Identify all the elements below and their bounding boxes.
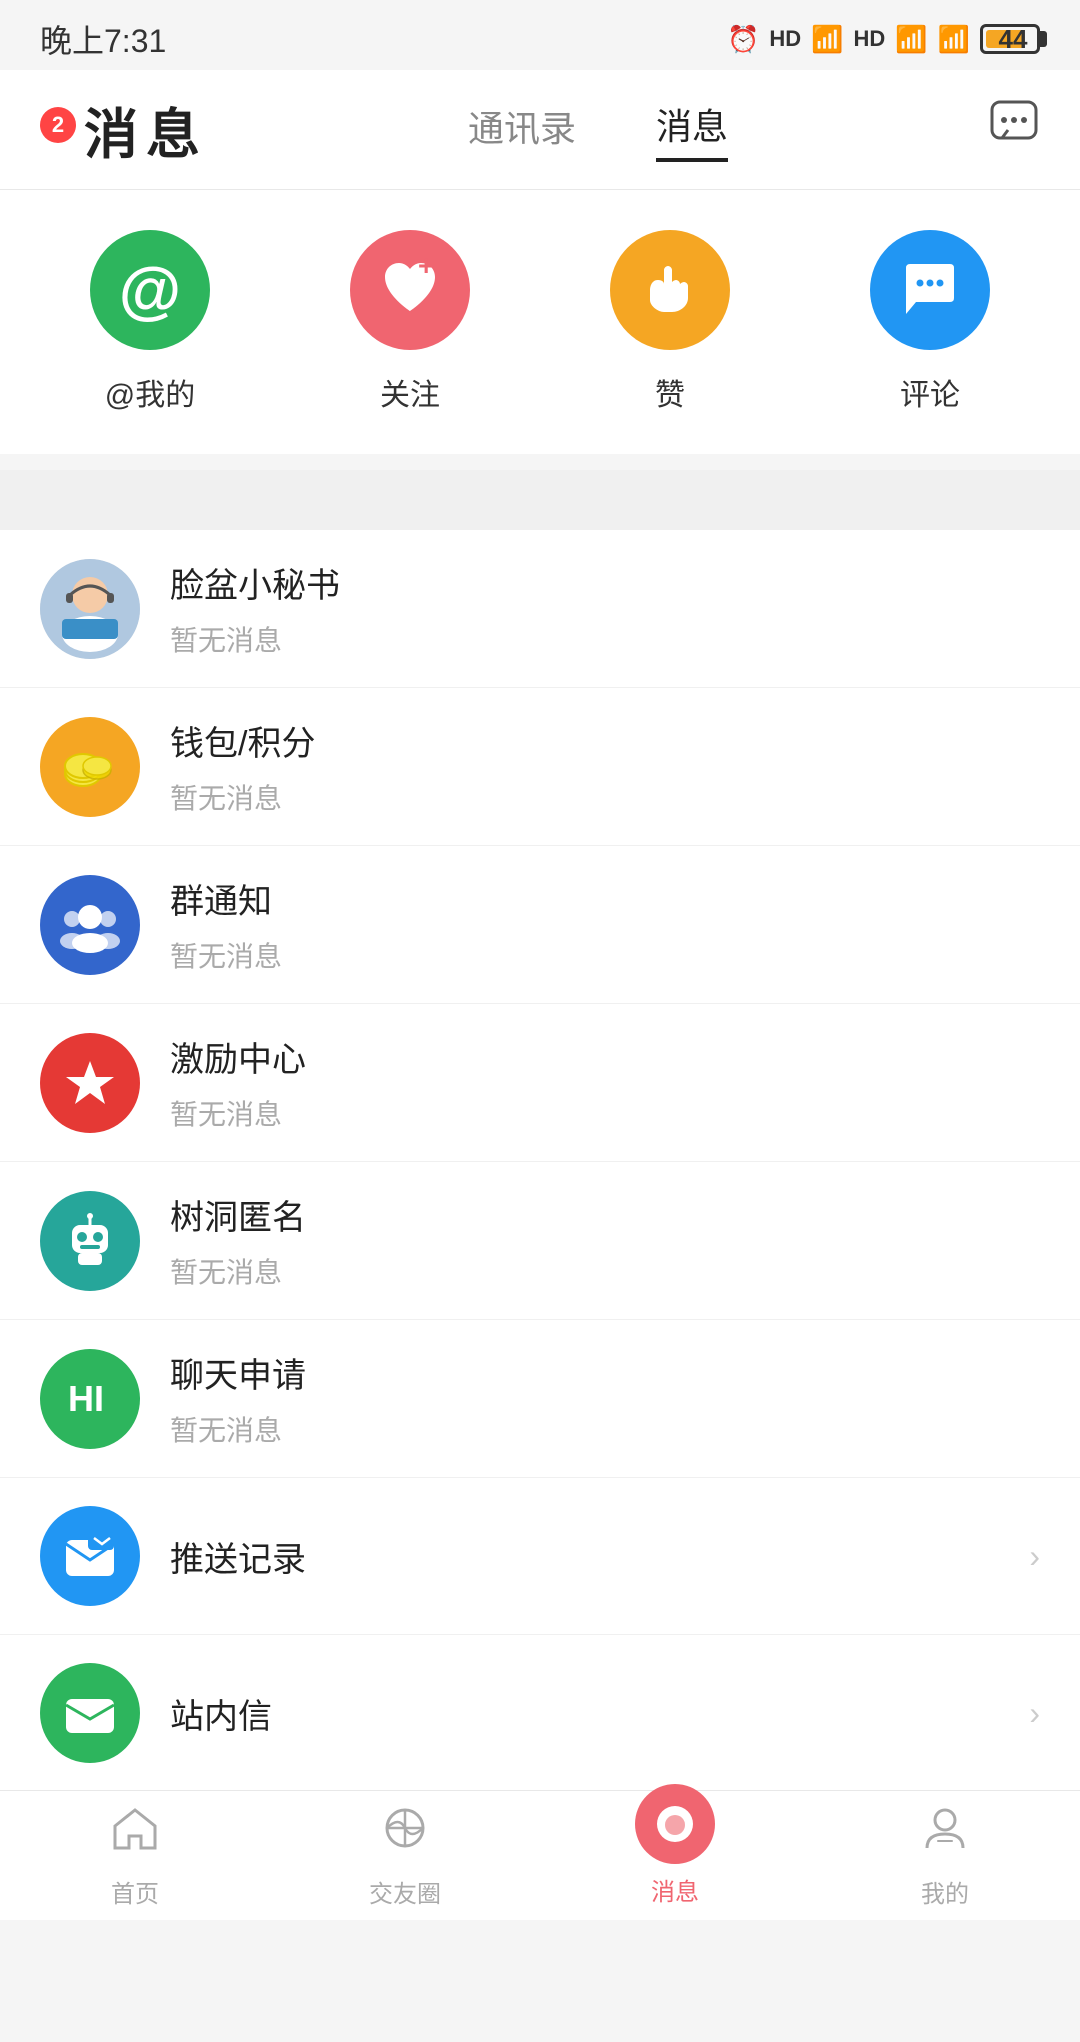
follow-label: 关注 xyxy=(380,370,440,414)
message-label: 消息 xyxy=(651,1872,699,1907)
nav-tab-message[interactable]: 消息 xyxy=(540,1804,810,1907)
avatar-face-secretary xyxy=(40,559,140,659)
message-subtitle-incentive: 暂无消息 xyxy=(170,1093,1040,1133)
message-item-group[interactable]: 群通知 暂无消息 xyxy=(0,846,1080,1004)
quick-actions: @ @我的 + 关注 赞 xyxy=(0,190,1080,454)
action-follow[interactable]: + 关注 xyxy=(350,230,470,414)
action-like[interactable]: 赞 xyxy=(610,230,730,414)
message-item-face-secretary[interactable]: 脸盆小秘书 暂无消息 xyxy=(0,530,1080,688)
message-content-chat-request: 聊天申请 暂无消息 xyxy=(170,1348,1040,1449)
internal-mail-arrow: › xyxy=(1029,1695,1040,1732)
message-item-push-record[interactable]: 推送记录 › xyxy=(0,1478,1080,1635)
message-content-push-record: 推送记录 xyxy=(170,1532,1029,1581)
status-icons: ⏰ HD 📶 HD 📶 📶 44 xyxy=(727,24,1040,55)
avatar-chat-request: HI xyxy=(40,1349,140,1449)
app-title-area: 2 消息 xyxy=(40,90,208,169)
message-title-wallet: 钱包/积分 xyxy=(170,716,1040,765)
bottom-nav: 首页 交友圈 消息 xyxy=(0,1790,1080,1920)
profile-label: 我的 xyxy=(921,1874,969,1909)
social-label: 交友圈 xyxy=(369,1874,441,1909)
message-content-group: 群通知 暂无消息 xyxy=(170,874,1040,975)
message-content-treehole: 树洞匿名 暂无消息 xyxy=(170,1190,1040,1291)
battery-indicator: 44 xyxy=(980,24,1040,54)
nav-messages[interactable]: 消息 xyxy=(656,98,728,162)
avatar-incentive xyxy=(40,1033,140,1133)
header: 2 消息 通讯录 消息 xyxy=(0,70,1080,190)
message-item-incentive[interactable]: 激励中心 暂无消息 xyxy=(0,1004,1080,1162)
hd2-icon: HD xyxy=(853,26,885,52)
avatar-treehole xyxy=(40,1191,140,1291)
message-content-face-secretary: 脸盆小秘书 暂无消息 xyxy=(170,558,1040,659)
message-item-chat-request[interactable]: HI 聊天申请 暂无消息 xyxy=(0,1320,1080,1478)
at-me-icon: @ xyxy=(90,230,210,350)
message-content-internal-mail: 站内信 xyxy=(170,1689,1029,1738)
hd-icon: HD xyxy=(769,26,801,52)
status-bar: 晚上7:31 ⏰ HD 📶 HD 📶 📶 44 xyxy=(0,0,1080,70)
message-title-internal-mail: 站内信 xyxy=(170,1689,1029,1738)
action-at-me[interactable]: @ @我的 xyxy=(90,230,210,414)
message-title-chat-request: 聊天申请 xyxy=(170,1348,1040,1397)
message-subtitle-treehole: 暂无消息 xyxy=(170,1251,1040,1291)
message-title-push-record: 推送记录 xyxy=(170,1532,1029,1581)
svg-text:HI: HI xyxy=(68,1378,104,1419)
action-comment[interactable]: 评论 xyxy=(870,230,990,414)
nav-contacts[interactable]: 通讯录 xyxy=(468,100,576,160)
message-subtitle-wallet: 暂无消息 xyxy=(170,777,1040,817)
message-title-treehole: 树洞匿名 xyxy=(170,1190,1040,1239)
message-title-incentive: 激励中心 xyxy=(170,1032,1040,1081)
message-tab-icon xyxy=(635,1784,715,1864)
battery-level: 44 xyxy=(986,24,1040,55)
svg-text:+: + xyxy=(418,255,434,281)
app-title: 消息 xyxy=(84,90,208,169)
at-me-label: @我的 xyxy=(105,370,195,414)
message-title-group: 群通知 xyxy=(170,874,1040,923)
wifi-icon: 📶 xyxy=(938,24,970,55)
message-title-face-secretary: 脸盆小秘书 xyxy=(170,558,1040,607)
chat-icon[interactable] xyxy=(988,98,1040,162)
message-item-internal-mail[interactable]: 站内信 › xyxy=(0,1635,1080,1792)
message-subtitle-face-secretary: 暂无消息 xyxy=(170,619,1040,659)
nav-tab-social[interactable]: 交友圈 xyxy=(270,1802,540,1909)
home-icon xyxy=(109,1802,161,1866)
avatar-group xyxy=(40,875,140,975)
notification-badge: 2 xyxy=(40,107,76,143)
message-item-treehole[interactable]: 树洞匿名 暂无消息 xyxy=(0,1162,1080,1320)
signal-icon: 📶 xyxy=(811,24,843,55)
comment-icon xyxy=(870,230,990,350)
divider-section xyxy=(0,470,1080,530)
comment-label: 评论 xyxy=(900,370,960,414)
signal2-icon: 📶 xyxy=(895,24,927,55)
follow-icon: + xyxy=(350,230,470,350)
message-subtitle-chat-request: 暂无消息 xyxy=(170,1409,1040,1449)
social-icon xyxy=(379,1802,431,1866)
header-nav: 通讯录 消息 xyxy=(468,98,728,162)
message-subtitle-group: 暂无消息 xyxy=(170,935,1040,975)
alarm-icon: ⏰ xyxy=(727,24,759,55)
avatar-wallet xyxy=(40,717,140,817)
message-item-wallet[interactable]: 钱包/积分 暂无消息 xyxy=(0,688,1080,846)
push-record-arrow: › xyxy=(1029,1538,1040,1575)
home-label: 首页 xyxy=(111,1874,159,1909)
like-label: 赞 xyxy=(655,370,685,414)
avatar-push-record xyxy=(40,1506,140,1606)
message-list: 脸盆小秘书 暂无消息 钱包/积分 暂无消息 xyxy=(0,530,1080,1792)
avatar-internal-mail xyxy=(40,1663,140,1763)
like-icon xyxy=(610,230,730,350)
status-time: 晚上7:31 xyxy=(40,16,166,62)
message-content-incentive: 激励中心 暂无消息 xyxy=(170,1032,1040,1133)
nav-tab-home[interactable]: 首页 xyxy=(0,1802,270,1909)
profile-icon xyxy=(919,1802,971,1866)
nav-tab-profile[interactable]: 我的 xyxy=(810,1802,1080,1909)
message-content-wallet: 钱包/积分 暂无消息 xyxy=(170,716,1040,817)
